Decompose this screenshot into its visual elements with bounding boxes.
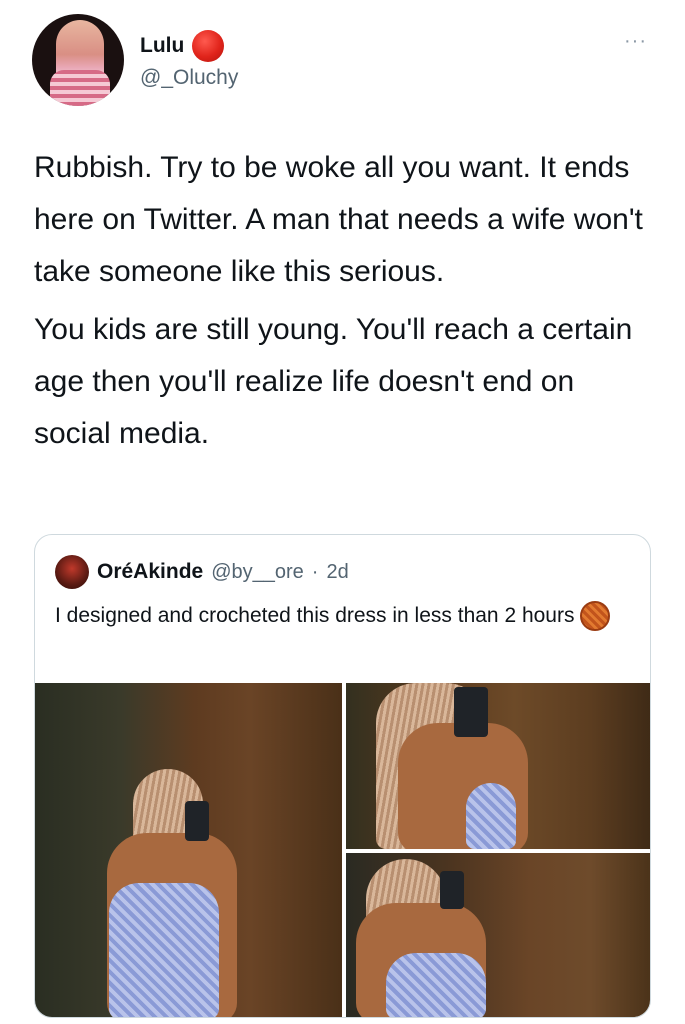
author-name-row: Lulu — [140, 30, 225, 62]
quoted-handle: @by__ore — [211, 560, 304, 583]
quoted-avatar[interactable] — [55, 555, 89, 589]
photo-1-phone — [185, 801, 209, 841]
quoted-tweet[interactable]: OréAkinde @by__ore · 2d I designed and c… — [34, 534, 651, 1018]
yarn-icon — [580, 601, 611, 632]
photo-2-dress — [466, 783, 516, 849]
media-grid — [35, 683, 650, 1017]
tweet-paragraph-1: Rubbish. Try to be woke all you want. It… — [34, 151, 643, 288]
photo-3-phone — [440, 871, 464, 909]
tweet-text: Rubbish. Try to be woke all you want. It… — [34, 142, 654, 466]
photo-3-dress — [386, 953, 486, 1017]
quoted-text: I designed and crocheted this dress in l… — [55, 604, 575, 627]
avatar-shirt — [50, 70, 110, 106]
photo-1-dress — [109, 883, 219, 1017]
quoted-separator: · — [311, 560, 319, 583]
quoted-time: 2d — [326, 560, 349, 583]
more-options-icon[interactable]: ··· — [624, 31, 647, 51]
photo-1[interactable] — [35, 683, 342, 1017]
tweet: Lulu @_Oluchy ··· Rubbish. Try to be wok… — [0, 0, 685, 1024]
quoted-display-name: OréAkinde — [97, 560, 204, 583]
tweet-paragraph-2: You kids are still young. You'll reach a… — [34, 313, 633, 450]
photo-2-phone — [454, 687, 488, 737]
author-display-name[interactable]: Lulu — [140, 34, 184, 58]
quoted-text-block: I designed and crocheted this dress in l… — [55, 599, 635, 633]
photo-3[interactable] — [346, 853, 650, 1017]
avatar[interactable] — [32, 14, 124, 106]
author-handle[interactable]: @_Oluchy — [140, 66, 238, 90]
photo-2[interactable] — [346, 683, 650, 849]
red-circle-icon — [192, 30, 225, 62]
quoted-tweet-header: OréAkinde @by__ore · 2d — [55, 555, 349, 589]
